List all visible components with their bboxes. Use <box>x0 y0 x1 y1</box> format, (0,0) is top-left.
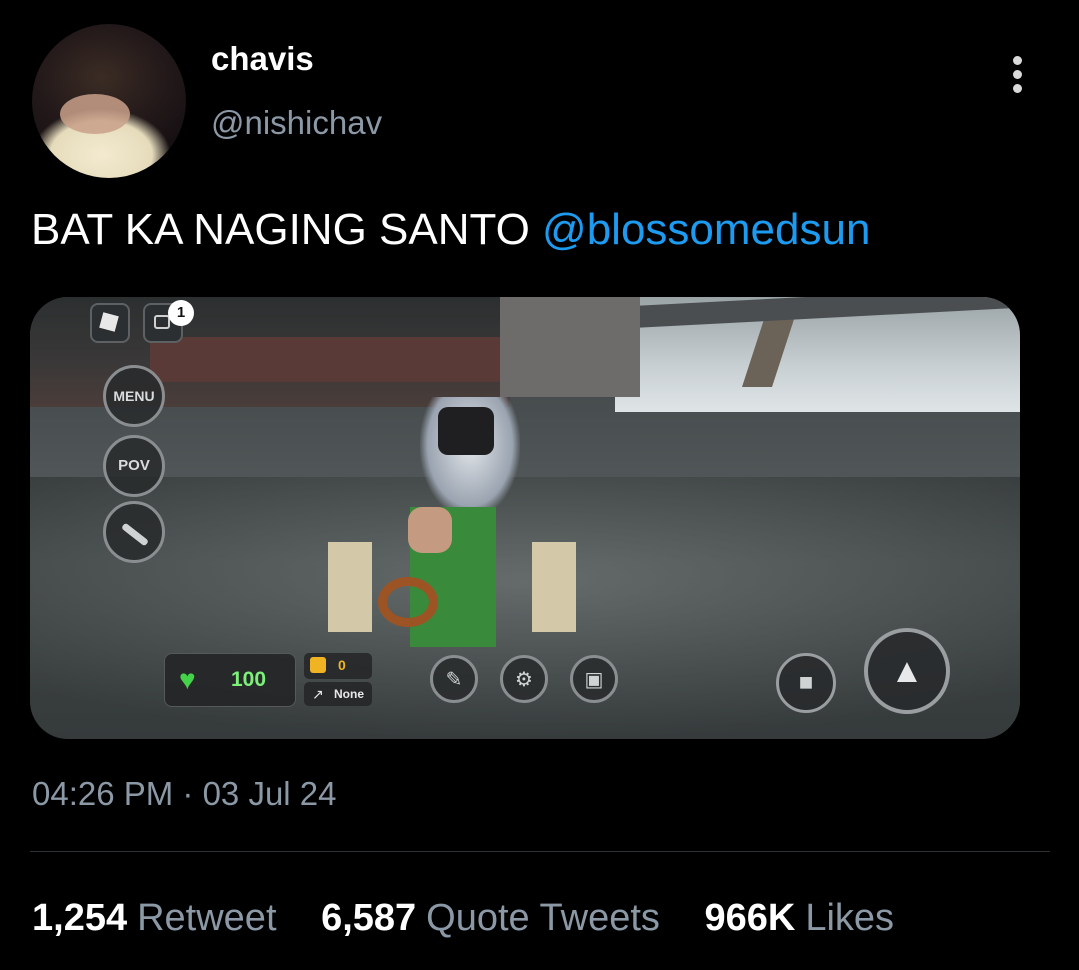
display-name[interactable]: chavis <box>211 40 314 78</box>
mention-link[interactable]: @blossomedsun <box>542 205 870 254</box>
scene-pillar <box>500 297 640 397</box>
quote-count: 6,587 <box>321 897 417 939</box>
tweet-body: BAT KA NAGING SANTO <box>31 205 543 254</box>
tool-icon[interactable] <box>103 501 165 563</box>
player-head <box>408 507 452 553</box>
coin-icon <box>310 657 326 673</box>
likes-stat[interactable]: 966K Likes <box>705 897 895 939</box>
likes-count: 966K <box>704 897 796 939</box>
hotbar-bag-icon[interactable]: ▣ <box>570 655 618 703</box>
user-handle[interactable]: @nishichav <box>211 104 382 142</box>
engagement-stats: 1,254 Retweet 6,587 Quote Tweets 966K Likes <box>32 897 928 940</box>
tweet-media-screenshot[interactable]: 1 MENU POV ♥ 100 0 ↗ None ✎ ⚙ ▣ ■ ▲ <box>30 297 1020 739</box>
coin-panel: 0 <box>304 653 372 679</box>
more-options-icon[interactable] <box>1003 56 1031 98</box>
health-value: 100 <box>231 668 267 691</box>
other-avatar-head <box>438 407 494 455</box>
retweet-stat[interactable]: 1,254 Retweet <box>32 897 277 939</box>
avatar-face <box>60 94 130 134</box>
retweet-label: Retweet <box>137 897 277 939</box>
pov-button[interactable]: POV <box>103 435 165 497</box>
coin-value: 0 <box>338 657 346 673</box>
quote-label: Quote Tweets <box>426 897 660 939</box>
jump-button-icon[interactable]: ▲ <box>864 628 950 714</box>
quote-stat[interactable]: 6,587 Quote Tweets <box>321 897 660 939</box>
hotbar-wrench-icon[interactable]: ⚙ <box>500 655 548 703</box>
roblox-logo-icon[interactable] <box>90 303 130 343</box>
crouch-button-icon[interactable]: ■ <box>776 653 836 713</box>
avatar[interactable] <box>32 24 186 178</box>
notification-badge: 1 <box>168 300 194 326</box>
health-panel: ♥ 100 <box>164 653 296 707</box>
equipped-item-panel: ↗ None <box>304 682 372 706</box>
likes-label: Likes <box>805 897 895 939</box>
heart-icon: ♥ <box>179 664 196 695</box>
tweet-timestamp: 04:26 PM · 03 Jul 24 <box>32 775 337 812</box>
divider <box>30 851 1050 852</box>
pretzel-icon <box>378 577 438 627</box>
scene-wall-stripe <box>150 337 510 382</box>
player-arm-left <box>328 542 372 632</box>
retweet-count: 1,254 <box>32 897 128 939</box>
equipped-item-value: None <box>334 687 364 701</box>
menu-button[interactable]: MENU <box>103 365 165 427</box>
wrench-icon: ↗ <box>312 686 324 702</box>
hotbar-flashlight-icon[interactable]: ✎ <box>430 655 478 703</box>
tweet-text: BAT KA NAGING SANTO @blossomedsun <box>31 205 870 255</box>
player-arm-right <box>532 542 576 632</box>
